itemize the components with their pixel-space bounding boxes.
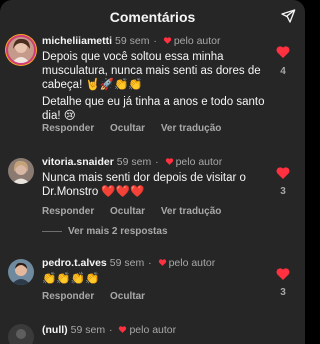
separator-dot: · [145, 257, 155, 269]
comment-username[interactable]: (null) [42, 324, 68, 336]
like-count: 3 [280, 186, 286, 197]
avatar[interactable] [8, 37, 34, 63]
hide-button[interactable]: Ocultar [110, 291, 145, 302]
translate-button[interactable]: Ver tradução [161, 206, 222, 217]
comment-item: micheliiametti 59 sem · pelo autor Depois… [0, 35, 305, 140]
like-count: 4 [280, 66, 286, 77]
comment-item: (null) 59 sem · pelo autor [0, 324, 305, 344]
comment-username[interactable]: pedro.t.alves [42, 257, 107, 269]
author-like-label: pelo autor [173, 35, 221, 47]
author-like-label: pelo autor [168, 257, 216, 269]
comment-time: 59 sem [109, 257, 145, 269]
replies-divider [42, 230, 62, 232]
like-heart-icon[interactable] [275, 165, 291, 181]
separator-dot: · [152, 156, 162, 168]
avatar[interactable] [8, 158, 34, 184]
author-heart-icon [158, 259, 166, 266]
comments-title: Comentários [109, 9, 196, 25]
author-like-label: pelo autor [175, 156, 223, 168]
like-count: 3 [280, 287, 286, 298]
comment-meta: micheliiametti 59 sem · pelo autor [42, 35, 221, 48]
share-icon[interactable] [280, 8, 296, 24]
avatar[interactable] [8, 259, 34, 285]
comment-meta: vitoria.snaider 59 sem · pelo autor [42, 156, 222, 169]
author-heart-icon [163, 37, 171, 44]
reply-button[interactable]: Responder [42, 123, 94, 134]
reply-button[interactable]: Responder [42, 206, 94, 217]
comment-meta: pedro.t.alves 59 sem · pelo autor [42, 257, 215, 270]
comment-username[interactable]: micheliiametti [42, 35, 112, 47]
comment-time: 59 sem [116, 156, 152, 168]
comment-body: Nunca mais senti dor depois de visitar o… [42, 171, 267, 199]
author-heart-icon [119, 326, 127, 333]
hide-button[interactable]: Ocultar [110, 123, 145, 134]
comment-username[interactable]: vitoria.snaider [42, 156, 114, 168]
comment-actions: Responder Ocultar [42, 291, 158, 302]
comment-text: Nunca mais senti dor depois de visitar o… [42, 172, 246, 198]
reply-button[interactable]: Responder [42, 291, 94, 302]
comments-sheet: Comentários micheliiametti 59 sem · pelo … [0, 0, 305, 344]
comment-time: 59 sem [115, 35, 150, 47]
like-heart-icon[interactable] [275, 44, 291, 60]
separator-dot: · [106, 324, 116, 336]
comment-text: Depois que você soltou essa minha muscul… [42, 51, 261, 91]
hide-button[interactable]: Ocultar [110, 206, 145, 217]
view-more-replies-label: Ver mais 2 respostas [68, 226, 168, 237]
comment-item: pedro.t.alves 59 sem · pelo autor 👏👏👏👏 Re… [0, 257, 305, 307]
comment-meta: (null) 59 sem · pelo autor [42, 324, 176, 337]
comment-text: 👏👏👏👏 [42, 273, 100, 285]
comment-actions: Responder Ocultar Ver tradução [42, 123, 234, 134]
comments-header: Comentários [0, 0, 305, 33]
comment-time: 59 sem [70, 324, 106, 336]
author-heart-icon [165, 158, 173, 165]
author-like-label: pelo autor [129, 324, 177, 336]
comment-actions: Responder Ocultar Ver tradução [42, 206, 234, 217]
comment-item: vitoria.snaider 59 sem · pelo autor Nunca… [0, 156, 305, 241]
comment-text: Detalhe que eu já tinha a anos e todo sa… [42, 96, 265, 122]
like-heart-icon[interactable] [275, 266, 291, 282]
comment-body: 👏👏👏👏 [42, 272, 267, 286]
translate-button[interactable]: Ver tradução [161, 123, 222, 134]
view-more-replies-button[interactable]: Ver mais 2 respostas [42, 226, 168, 237]
avatar[interactable] [8, 324, 34, 344]
separator-dot: · [150, 35, 160, 47]
comment-body: Depois que você soltou essa minha muscul… [42, 50, 267, 123]
